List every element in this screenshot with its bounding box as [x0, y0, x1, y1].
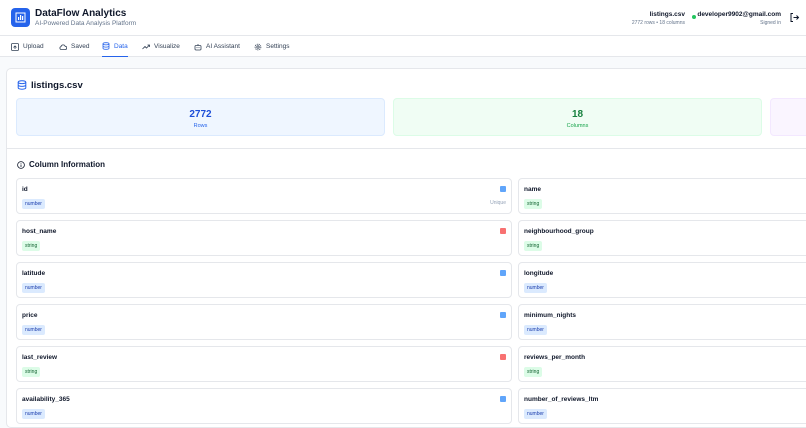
info-icon	[17, 161, 25, 169]
cloud-icon	[59, 44, 67, 50]
column-card[interactable]: reviews_per_month string	[518, 346, 806, 382]
column-type-badge: string	[22, 367, 41, 377]
columns-label: Columns	[566, 123, 589, 129]
tab-upload[interactable]: Upload	[11, 36, 44, 57]
column-type-badge: number	[22, 409, 45, 419]
main-tabs: Upload Saved Data Visualize AI Assistant…	[0, 36, 806, 57]
column-type-badge: string	[524, 199, 543, 209]
column-card[interactable]: name string	[518, 178, 806, 214]
column-type-badge: number	[524, 409, 547, 419]
column-type-badge: number	[22, 283, 45, 293]
chart-logo-icon	[15, 12, 26, 23]
column-card[interactable]: id number Unique	[16, 178, 512, 214]
gear-icon	[254, 43, 262, 50]
column-name: availability_365	[22, 396, 70, 403]
columns-stat-card: 18 Columns	[393, 98, 762, 136]
unique-label: Unique	[490, 200, 506, 206]
column-name: last_review	[22, 354, 58, 361]
column-card[interactable]: neighbourhood_group string	[518, 220, 806, 256]
column-name: number_of_reviews_ltm	[524, 396, 599, 403]
column-card[interactable]: number_of_reviews_ltm number	[518, 388, 806, 424]
current-file-name: listings.csv	[649, 11, 685, 18]
rows-count: 2772	[189, 109, 212, 120]
column-name: latitude	[22, 270, 46, 277]
app-title: DataFlow Analytics	[35, 8, 127, 19]
user-email: developer9902@gmail.com	[697, 11, 781, 18]
number-type-icon	[500, 270, 506, 276]
column-name: price	[22, 312, 38, 319]
tab-visualize[interactable]: Visualize	[142, 36, 180, 57]
dataset-title: listings.csv	[31, 80, 83, 91]
tab-label: AI Assistant	[206, 43, 240, 50]
column-name: name	[524, 186, 541, 193]
tab-label: Settings	[266, 43, 290, 50]
number-type-icon	[500, 396, 506, 402]
database-icon	[102, 42, 110, 50]
current-file-meta: 2772 rows • 18 columns	[631, 20, 685, 26]
column-name: host_name	[22, 228, 57, 235]
string-type-icon	[500, 354, 506, 360]
column-card[interactable]: last_review string	[16, 346, 512, 382]
column-type-badge: number	[22, 325, 45, 335]
columns-count: 18	[571, 109, 584, 120]
column-type-badge: number	[524, 283, 547, 293]
column-card[interactable]: availability_365 number	[16, 388, 512, 424]
tab-label: Saved	[71, 43, 90, 50]
number-type-icon	[500, 312, 506, 318]
tab-label: Visualize	[154, 43, 180, 50]
tab-ai-assistant[interactable]: AI Assistant	[194, 36, 240, 57]
app-subtitle: AI-Powered Data Analysis Platform	[35, 20, 137, 27]
column-card[interactable]: host_name string	[16, 220, 512, 256]
rows-stat-card: 2772 Rows	[16, 98, 385, 136]
column-info-title: Column Information	[29, 160, 105, 169]
tab-saved[interactable]: Saved	[59, 36, 89, 57]
app-header: DataFlow Analytics AI-Powered Data Analy…	[0, 0, 806, 36]
tab-data[interactable]: Data	[102, 36, 128, 57]
string-type-icon	[500, 228, 506, 234]
column-name: id	[22, 186, 28, 193]
rows-label: Rows	[193, 123, 208, 129]
column-name: reviews_per_month	[524, 354, 586, 361]
third-stat-card	[770, 98, 806, 136]
column-card[interactable]: latitude number	[16, 262, 512, 298]
column-card[interactable]: longitude number	[518, 262, 806, 298]
tab-label: Data	[114, 42, 128, 50]
column-type-badge: string	[524, 241, 543, 251]
column-type-badge: number	[22, 199, 45, 209]
tab-label: Upload	[23, 43, 44, 50]
column-card[interactable]: minimum_nights number	[518, 304, 806, 340]
database-icon	[17, 80, 27, 90]
section-divider	[6, 148, 806, 149]
column-name: neighbourhood_group	[524, 228, 594, 235]
bot-icon	[194, 43, 202, 50]
trend-icon	[142, 44, 150, 49]
logout-icon[interactable]	[789, 12, 800, 23]
column-type-badge: string	[22, 241, 41, 251]
column-type-badge: string	[524, 367, 543, 377]
online-status-dot	[692, 15, 696, 19]
upload-icon	[11, 42, 19, 51]
app-logo	[11, 8, 30, 27]
column-card[interactable]: price number	[16, 304, 512, 340]
tab-settings[interactable]: Settings	[254, 36, 290, 57]
user-status: Signed in	[760, 20, 781, 26]
number-type-icon	[500, 186, 506, 192]
column-name: minimum_nights	[524, 312, 577, 319]
column-type-badge: number	[524, 325, 547, 335]
column-name: longitude	[524, 270, 554, 277]
